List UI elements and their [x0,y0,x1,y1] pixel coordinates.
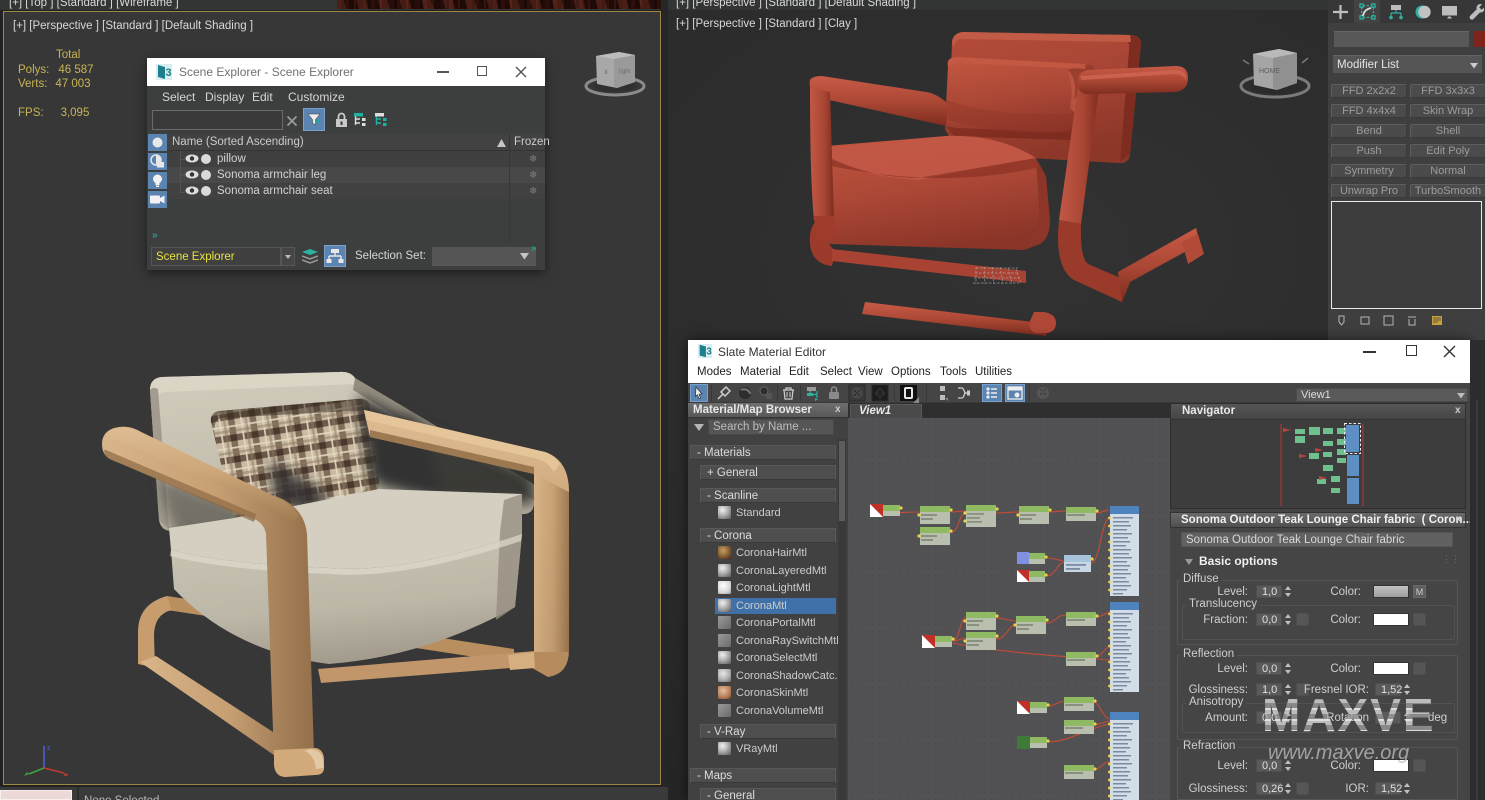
svg-text:z: z [47,745,51,752]
svg-text:.lt: .lt [603,70,608,76]
svg-text:3: 3 [706,347,712,358]
svg-text:3: 3 [166,67,172,79]
svg-text:HOME: HOME [1259,68,1280,75]
svg-text:|ight: |ight [619,69,631,75]
